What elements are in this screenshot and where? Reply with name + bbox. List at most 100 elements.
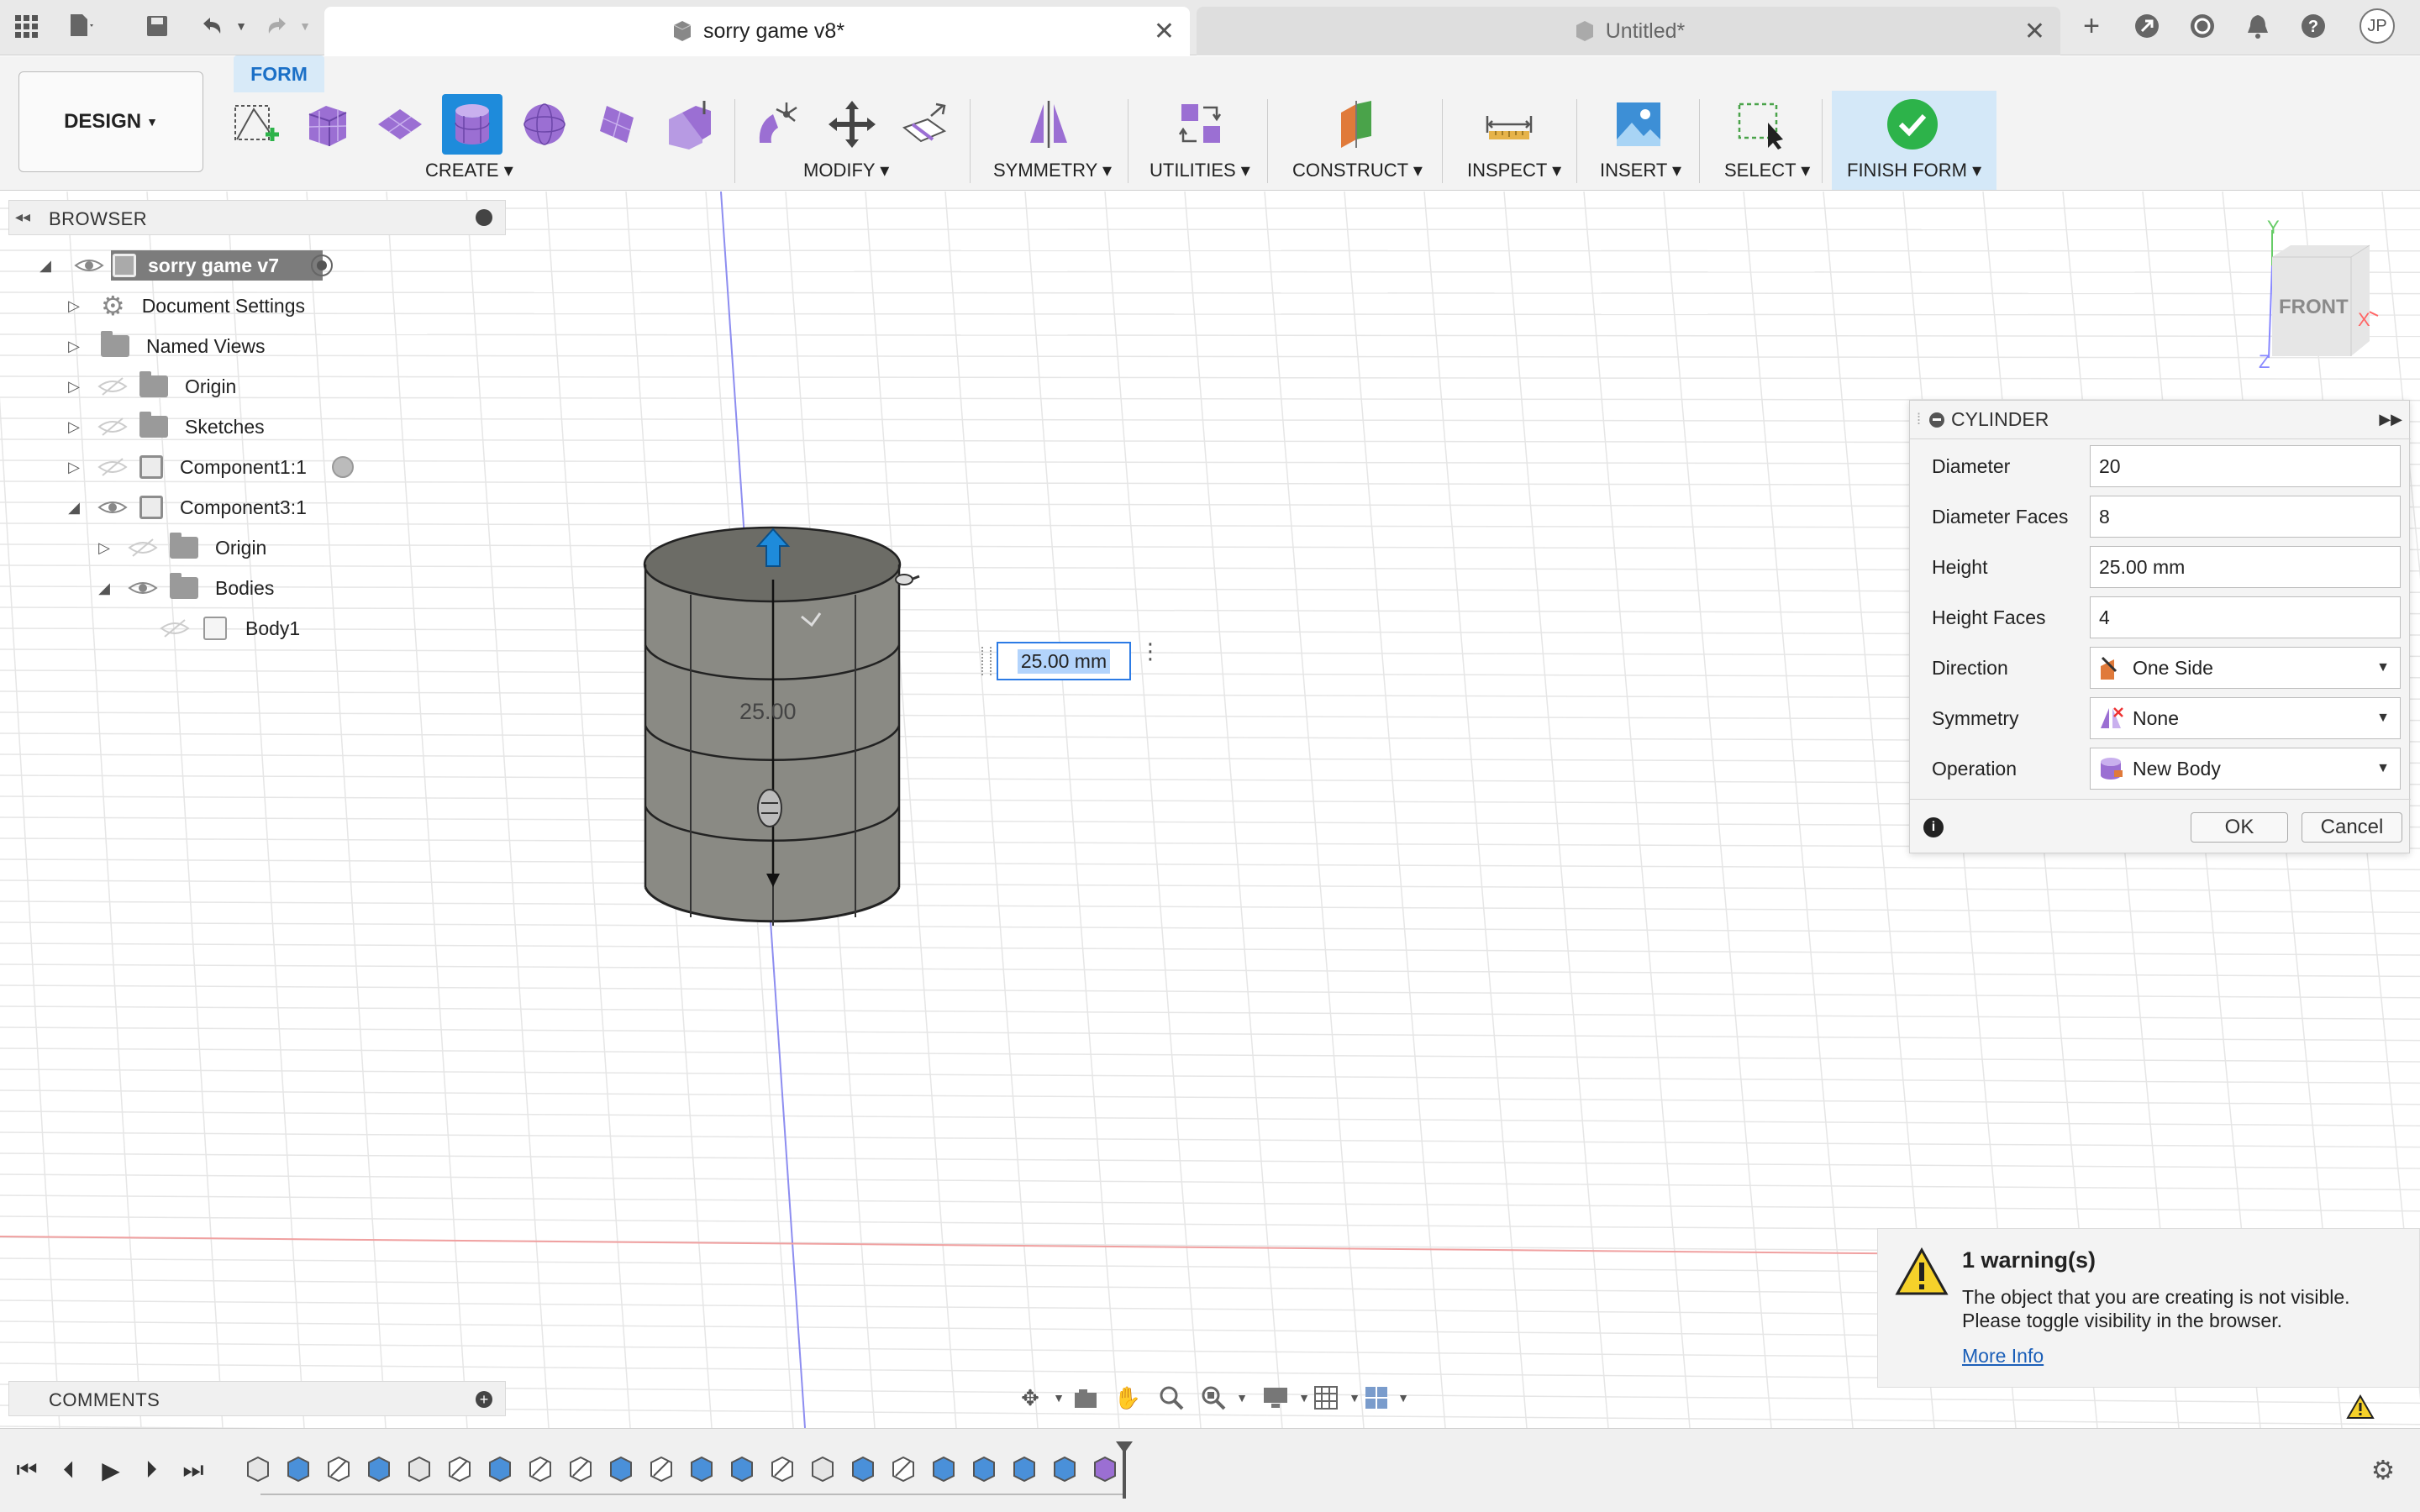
cylinder-body[interactable] <box>622 512 975 932</box>
expand-arrow-icon[interactable]: ▷ <box>66 297 82 315</box>
save-icon[interactable] <box>143 12 171 40</box>
insert-image-icon[interactable] <box>1608 94 1669 155</box>
insert-edge-icon[interactable] <box>894 94 955 155</box>
timeline-feature-sketch-icon[interactable] <box>566 1454 595 1483</box>
edit-form-icon[interactable] <box>750 94 810 155</box>
timeline-first-icon[interactable]: ⏮ <box>12 1455 42 1485</box>
close-tab-icon[interactable]: ✕ <box>1154 17 1175 46</box>
finish-form-menu[interactable]: FINISH FORM ▾ <box>1847 160 1981 181</box>
dialog-header[interactable]: ⁞ CYLINDER ▶▶ <box>1910 401 2411 439</box>
viewports-dropdown-icon[interactable]: ▼ <box>1386 1383 1420 1413</box>
extrude-icon[interactable] <box>659 94 719 155</box>
hidden-eye-icon[interactable] <box>97 417 128 437</box>
expand-arrow-icon[interactable]: ▷ <box>66 338 82 355</box>
user-avatar[interactable]: JP <box>2360 8 2395 44</box>
collapse-panel-icon[interactable]: ◂◂ <box>15 208 30 226</box>
tab-untitled[interactable]: Untitled* ✕ <box>1197 7 2060 55</box>
select-icon[interactable] <box>1731 94 1791 155</box>
look-at-icon[interactable] <box>1069 1383 1102 1413</box>
height-input[interactable]: 25.00 mm <box>2090 546 2401 588</box>
symmetry-select[interactable]: None ▼ <box>2090 697 2401 739</box>
info-icon[interactable]: i <box>1923 817 1944 837</box>
visibility-eye-icon[interactable] <box>97 497 128 517</box>
timeline-feature-sketch-icon[interactable] <box>445 1454 474 1483</box>
activate-radio-icon[interactable] <box>331 456 354 478</box>
construct-icon[interactable] <box>1326 94 1386 155</box>
diameter-input[interactable]: 20 <box>2090 445 2401 487</box>
zoom-icon[interactable] <box>1155 1383 1188 1413</box>
workspace-switcher[interactable]: DESIGN ▼ <box>18 71 203 172</box>
plane-icon[interactable] <box>370 94 430 155</box>
timeline-settings-gear-icon[interactable]: ⚙ <box>2368 1455 2398 1485</box>
modify-menu[interactable]: MODIFY ▾ <box>803 160 889 181</box>
timeline-feature-plane-icon[interactable] <box>405 1454 434 1483</box>
visibility-eye-icon[interactable] <box>74 255 104 276</box>
redo-icon[interactable] <box>262 12 291 40</box>
timeline-last-icon[interactable]: ⏭ <box>178 1455 208 1485</box>
insert-menu[interactable]: INSERT ▾ <box>1600 160 1681 181</box>
more-info-link[interactable]: More Info <box>1962 1345 2044 1368</box>
hidden-eye-icon[interactable] <box>160 618 190 638</box>
tree-root[interactable]: ◢ sorry game v7 <box>37 247 333 284</box>
timeline-feature-sketch-icon[interactable] <box>526 1454 555 1483</box>
tab-form[interactable]: FORM <box>234 55 324 92</box>
timeline-feature-box-icon[interactable] <box>284 1454 313 1483</box>
timeline-prev-icon[interactable]: ⏴ <box>54 1455 84 1485</box>
move-icon[interactable] <box>822 94 882 155</box>
timeline-feature-sketch-icon[interactable] <box>889 1454 918 1483</box>
inspect-menu[interactable]: INSPECT ▾ <box>1467 160 1561 181</box>
diameter-faces-input[interactable]: 8 <box>2090 496 2401 538</box>
expand-arrow-icon[interactable]: ▷ <box>66 459 82 476</box>
direction-select[interactable]: One Side ▼ <box>2090 647 2401 689</box>
finish-form-icon[interactable] <box>1882 94 1943 155</box>
measure-icon[interactable] <box>1479 94 1539 155</box>
drag-handle-icon[interactable] <box>981 647 992 675</box>
expand-arrow-icon[interactable]: ▷ <box>66 418 82 436</box>
timeline-play-icon[interactable]: ▶ <box>96 1455 126 1485</box>
symmetry-menu[interactable]: SYMMETRY ▾ <box>993 160 1112 181</box>
hidden-eye-icon[interactable] <box>128 538 158 558</box>
create-menu[interactable]: CREATE ▾ <box>425 160 513 181</box>
job-status-icon[interactable] <box>2188 12 2217 40</box>
collapse-dialog-icon[interactable] <box>1929 412 1945 428</box>
timeline-feature-plane-icon[interactable] <box>808 1454 837 1483</box>
timeline-feature-sketch-icon[interactable] <box>324 1454 353 1483</box>
app-grid-icon[interactable] <box>12 12 40 40</box>
cancel-button[interactable]: Cancel <box>2302 812 2402 843</box>
tree-item-bodies[interactable]: ◢ Bodies <box>96 570 274 606</box>
operation-select[interactable]: New Body ▼ <box>2090 748 2401 790</box>
tree-item-sketches[interactable]: ▷ Sketches <box>66 408 265 445</box>
help-icon[interactable]: ? <box>2299 12 2328 40</box>
ok-button[interactable]: OK <box>2191 812 2288 843</box>
warning-indicator-icon[interactable] <box>2346 1394 2375 1420</box>
tree-item-origin-sub[interactable]: ▷ Origin <box>96 529 266 566</box>
expand-arrow-icon[interactable]: ▷ <box>66 378 82 396</box>
construct-menu[interactable]: CONSTRUCT ▾ <box>1292 160 1423 181</box>
timeline-feature-box-icon[interactable] <box>607 1454 635 1483</box>
notifications-icon[interactable] <box>2244 12 2272 40</box>
close-tab-icon[interactable]: ✕ <box>2024 17 2045 46</box>
timeline-feature-box-icon[interactable] <box>970 1454 998 1483</box>
symmetry-icon[interactable] <box>1018 94 1079 155</box>
pan-icon[interactable]: ✋ <box>1111 1383 1144 1413</box>
collapse-arrow-icon[interactable]: ◢ <box>96 580 113 597</box>
tree-item-document-settings[interactable]: ▷ ⚙ Document Settings <box>66 287 305 324</box>
height-dimension-input[interactable]: 25.00 mm <box>997 642 1131 680</box>
height-faces-input[interactable]: 4 <box>2090 596 2401 638</box>
create-sketch-icon[interactable] <box>225 94 286 155</box>
timeline-feature-plane-icon[interactable] <box>244 1454 272 1483</box>
add-comment-icon[interactable]: + <box>476 1391 492 1408</box>
drag-handle-icon[interactable]: ⁞ <box>1917 411 1921 428</box>
expand-arrow-icon[interactable]: ▷ <box>96 539 113 557</box>
tree-item-origin[interactable]: ▷ Origin <box>66 368 236 405</box>
browser-options-icon[interactable] <box>476 209 492 226</box>
utilities-icon[interactable] <box>1170 94 1230 155</box>
timeline-feature-box-icon[interactable] <box>687 1454 716 1483</box>
timeline-feature-box-icon[interactable] <box>486 1454 514 1483</box>
timeline-feature-box-icon[interactable] <box>1050 1454 1079 1483</box>
box-icon[interactable] <box>297 94 358 155</box>
timeline-feature-box-icon[interactable] <box>849 1454 877 1483</box>
extensions-icon[interactable] <box>2133 12 2161 40</box>
tree-item-component1[interactable]: ▷ Component1:1 <box>66 449 354 486</box>
torus-icon[interactable] <box>587 94 647 155</box>
